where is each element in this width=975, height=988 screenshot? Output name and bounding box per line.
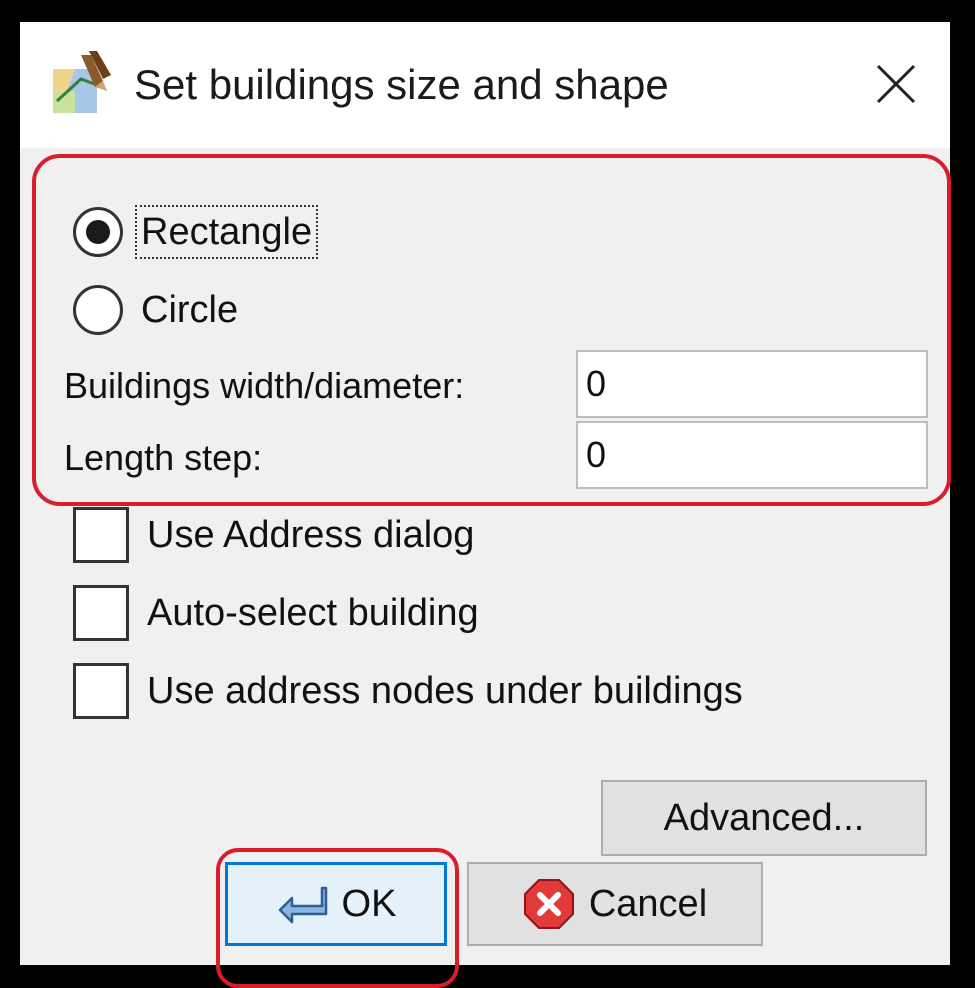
width-input[interactable] [576,350,928,418]
checkbox-use-address-dialog[interactable]: Use Address dialog [73,506,474,564]
cancel-icon [523,878,575,930]
checkbox-use-address-nodes[interactable]: Use address nodes under buildings [73,662,743,720]
dialog-window: Set buildings size and shape Rectangle C… [20,22,951,988]
radio-circle-rectangle[interactable] [73,207,123,257]
window-title: Set buildings size and shape [134,61,669,108]
checkbox-box[interactable] [73,585,129,641]
checkbox-label: Use address nodes under buildings [147,670,743,712]
title-bar: Set buildings size and shape [20,22,950,148]
radio-label-circle: Circle [141,289,239,331]
length-step-input[interactable] [576,421,928,489]
checkbox-label: Auto-select building [147,592,479,634]
advanced-button[interactable]: Advanced... [601,780,927,856]
checkbox-box[interactable] [73,663,129,719]
checkbox-box[interactable] [73,507,129,563]
radio-rectangle[interactable]: Rectangle [73,204,319,260]
radio-circle-circle[interactable] [73,285,123,335]
radio-label-rectangle: Rectangle [134,205,319,259]
checkbox-auto-select-building[interactable]: Auto-select building [73,584,479,642]
width-label: Buildings width/diameter: [64,365,465,406]
cancel-button-label: Cancel [588,882,708,925]
length-step-label: Length step: [64,437,263,478]
josm-app-icon [53,51,111,113]
ok-button-label: OK [341,882,397,925]
close-icon[interactable] [866,54,926,114]
advanced-button-label: Advanced... [663,796,865,839]
cancel-button[interactable]: Cancel [467,862,763,946]
ok-button[interactable]: OK [225,862,447,946]
radio-selected-dot [86,220,110,244]
return-arrow-icon [276,884,328,924]
radio-circle-option[interactable]: Circle [73,282,240,338]
checkbox-label: Use Address dialog [147,514,475,556]
